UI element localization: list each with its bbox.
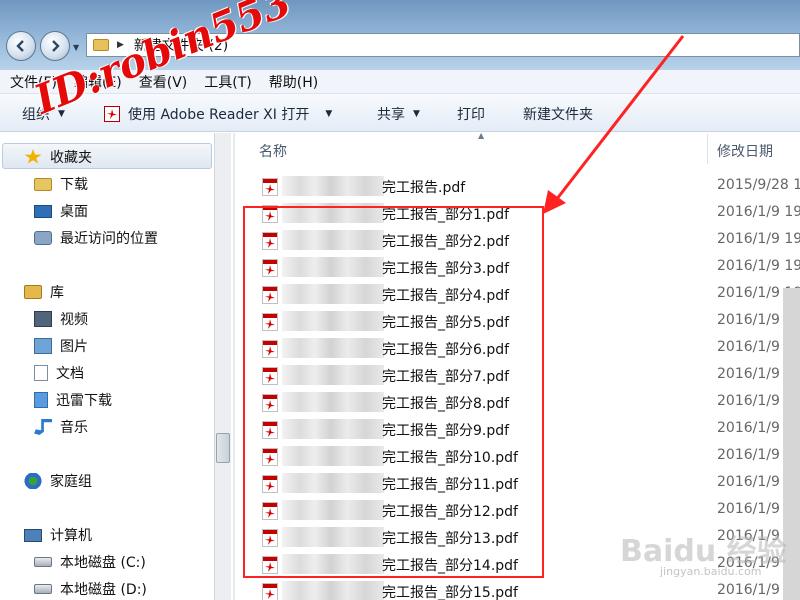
nav-item-videos[interactable]: 视频 xyxy=(34,309,88,329)
nav-item-favorites[interactable]: 收藏夹 xyxy=(24,147,92,167)
nav-item-xunlei[interactable]: 迅雷下载 xyxy=(34,390,112,410)
pictures-library-icon xyxy=(34,338,52,354)
nav-item-label: 桌面 xyxy=(60,204,88,220)
file-modified-date: 2016/1/9 19 xyxy=(717,204,800,220)
nav-item-label: 本地磁盘 (C:) xyxy=(60,555,146,571)
star-icon xyxy=(24,149,42,164)
open-with-button[interactable]: 使用 Adobe Reader XI 打开 ▼ xyxy=(104,104,332,124)
nav-item-label: 库 xyxy=(50,285,64,301)
downloads-folder-icon xyxy=(34,177,52,191)
print-button[interactable]: 打印 xyxy=(457,104,485,124)
command-bar: 组织 ▼ 使用 Adobe Reader XI 打开 ▼ 共享 ▼ 打印 新建文… xyxy=(0,94,800,132)
baidu-watermark: Baidu 经验 xyxy=(620,534,787,569)
back-arrow-icon xyxy=(16,40,24,52)
documents-library-icon xyxy=(34,365,48,381)
sort-ascending-icon: ▲ xyxy=(478,131,485,140)
chevron-down-icon: ▼ xyxy=(413,109,420,119)
print-label: 打印 xyxy=(457,107,485,123)
nav-item-label: 收藏夹 xyxy=(50,150,92,166)
forward-arrow-icon xyxy=(52,40,60,52)
highlight-box xyxy=(243,206,544,578)
nav-item-label: 视频 xyxy=(60,312,88,328)
forward-button[interactable] xyxy=(40,31,70,61)
column-header-name[interactable]: 名称 xyxy=(259,141,287,161)
homegroup-icon xyxy=(24,473,42,489)
nav-item-music[interactable]: 音乐 xyxy=(34,417,88,437)
baidu-watermark-url: jingyan.baidu.com xyxy=(660,565,762,578)
blurred-filename-prefix xyxy=(282,176,384,196)
column-separator[interactable] xyxy=(707,134,708,164)
hard-drive-icon xyxy=(34,584,52,594)
nav-item-recent[interactable]: 最近访问的位置 xyxy=(34,228,158,248)
nav-item-label: 计算机 xyxy=(50,528,92,544)
nav-item-label: 家庭组 xyxy=(50,474,92,490)
nav-item-label: 本地磁盘 (D:) xyxy=(60,582,147,598)
video-library-icon xyxy=(34,311,52,327)
recent-places-icon xyxy=(34,231,52,245)
nav-item-desktop[interactable]: 桌面 xyxy=(34,201,88,221)
nav-item-libraries[interactable]: 库 xyxy=(24,282,64,302)
nav-item-homegroup[interactable]: 家庭组 xyxy=(24,471,92,491)
nav-item-computer[interactable]: 计算机 xyxy=(24,525,92,545)
file-row[interactable]: 完工报告.pdf 2015/9/28 1 xyxy=(244,173,800,200)
pdf-icon xyxy=(262,583,278,600)
xunlei-download-icon xyxy=(34,392,48,408)
file-modified-date: 2016/1/9 19 xyxy=(717,258,800,274)
nav-item-label: 图片 xyxy=(60,339,88,355)
nav-item-documents[interactable]: 文档 xyxy=(34,363,84,383)
desktop-icon xyxy=(34,204,52,218)
nav-item-label: 文档 xyxy=(56,366,84,382)
nav-item-drive-d[interactable]: 本地磁盘 (D:) xyxy=(34,579,147,599)
scrollbar-thumb[interactable] xyxy=(216,433,230,463)
computer-icon xyxy=(24,528,42,542)
hard-drive-icon xyxy=(34,557,52,567)
nav-item-label: 最近访问的位置 xyxy=(60,231,158,247)
adobe-reader-icon xyxy=(104,106,120,122)
open-with-label: 使用 Adobe Reader XI 打开 xyxy=(128,107,310,123)
new-folder-button[interactable]: 新建文件夹 xyxy=(523,104,593,124)
file-modified-date: 2016/1/9 19 xyxy=(717,231,800,247)
file-row[interactable]: 完工报告_部分15.pdf 2016/1/9 19 xyxy=(244,578,800,600)
chevron-down-icon: ▼ xyxy=(325,109,333,119)
column-header-date[interactable]: 修改日期 xyxy=(717,141,773,161)
pane-divider[interactable] xyxy=(233,133,235,600)
file-name: 完工报告.pdf xyxy=(382,180,466,196)
share-button[interactable]: 共享 ▼ xyxy=(377,104,420,124)
menu-tools[interactable]: 工具(T) xyxy=(204,72,251,92)
nav-item-label: 下载 xyxy=(60,177,88,193)
file-name: 完工报告_部分15.pdf xyxy=(382,585,518,600)
nav-item-drive-c[interactable]: 本地磁盘 (C:) xyxy=(34,552,146,572)
nav-item-downloads[interactable]: 下载 xyxy=(34,174,88,194)
back-button[interactable] xyxy=(6,31,36,61)
library-icon xyxy=(24,285,42,299)
menu-help[interactable]: 帮助(H) xyxy=(269,72,318,92)
nav-item-pictures[interactable]: 图片 xyxy=(34,336,88,356)
navigation-scrollbar[interactable] xyxy=(214,133,231,600)
file-modified-date: 2015/9/28 1 xyxy=(717,177,800,193)
share-label: 共享 xyxy=(377,107,405,123)
nav-item-label: 迅雷下载 xyxy=(56,393,112,409)
blurred-filename-prefix xyxy=(282,581,384,600)
new-folder-label: 新建文件夹 xyxy=(523,107,593,123)
pdf-icon xyxy=(262,178,278,196)
recent-pages-chevron-icon[interactable]: ▼ xyxy=(73,43,79,52)
music-note-icon xyxy=(34,419,52,435)
nav-item-label: 音乐 xyxy=(60,420,88,436)
navigation-pane: 收藏夹 下载 桌面 最近访问的位置 库 视频 图片 文档 迅雷下载 音乐 家庭组 xyxy=(0,133,232,600)
